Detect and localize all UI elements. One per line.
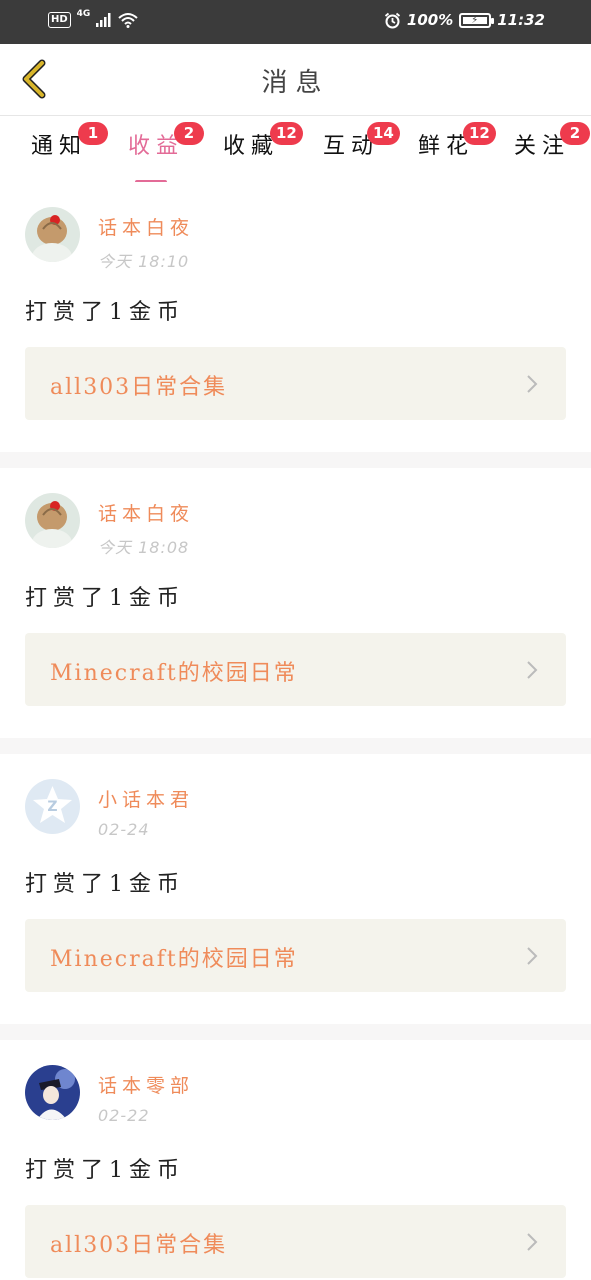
chevron-right-icon — [527, 661, 538, 679]
divider — [0, 1024, 591, 1040]
avatar[interactable]: Z — [25, 779, 80, 834]
avatar[interactable] — [25, 1065, 80, 1120]
work-title: all303日常合集 — [50, 1233, 228, 1258]
status-left: HD 4G — [48, 9, 138, 28]
reward-text: 打赏了1金币 — [25, 872, 185, 897]
list-item: 话本白夜 今天 18:08 打赏了1金币 Minecraft的校园日常 — [0, 468, 591, 738]
tab-notifications[interactable]: 通知 1 — [24, 122, 108, 178]
tab-earnings[interactable]: 收益 2 — [121, 122, 204, 184]
chevron-right-icon — [527, 1233, 538, 1251]
divider — [0, 738, 591, 754]
tab-favorites[interactable]: 收藏 12 — [216, 122, 303, 178]
reward-text: 打赏了1金币 — [25, 300, 185, 325]
page-title: 消息 — [261, 68, 330, 98]
network-type: 4G — [76, 9, 91, 19]
sender-name[interactable]: 小话本君 — [98, 785, 194, 812]
top-bar: 消息 — [0, 44, 591, 116]
work-link[interactable]: Minecraft的校园日常 — [25, 919, 566, 992]
message-time: 今天 18:10 — [98, 252, 190, 271]
battery-percent: 100% — [406, 11, 454, 29]
signal-icon — [96, 13, 111, 27]
unread-badge: 2 — [560, 122, 590, 145]
divider — [0, 452, 591, 468]
message-time: 02-24 — [98, 820, 150, 839]
list-item: 话本零部 02-22 打赏了1金币 all303日常合集 — [0, 1040, 591, 1280]
list-item: Z 小话本君 02-24 打赏了1金币 Minecraft的校园日常 — [0, 754, 591, 1024]
alarm-icon — [384, 12, 400, 28]
work-link[interactable]: all303日常合集 — [25, 1205, 566, 1278]
hd-badge: HD — [48, 12, 71, 28]
status-right: 100% ⚡ 11:32 — [384, 11, 545, 29]
sender-name[interactable]: 话本白夜 — [98, 213, 194, 240]
tab-follows[interactable]: 关注 2 — [507, 122, 590, 178]
list-item: 话本白夜 今天 18:10 打赏了1金币 all303日常合集 — [0, 182, 591, 452]
reward-message-list: 话本白夜 今天 18:10 打赏了1金币 all303日常合集 话本白夜 今天 … — [0, 182, 591, 1280]
work-link[interactable]: all303日常合集 — [25, 347, 566, 420]
avatar[interactable] — [25, 207, 80, 262]
svg-text:Z: Z — [47, 799, 57, 815]
unread-badge: 14 — [367, 122, 400, 145]
status-bar: HD 4G 100% ⚡ 11:32 — [0, 0, 591, 44]
sender-name[interactable]: 话本零部 — [98, 1071, 194, 1098]
reward-text: 打赏了1金币 — [25, 1158, 185, 1183]
message-tabs: 通知 1 收益 2 收藏 12 互动 14 鲜花 12 关注 2 — [0, 116, 591, 184]
chevron-right-icon — [527, 375, 538, 393]
message-time: 今天 18:08 — [98, 538, 190, 557]
chevron-right-icon — [527, 947, 538, 965]
wifi-icon — [118, 13, 138, 28]
unread-badge: 1 — [78, 122, 108, 145]
message-time: 02-22 — [98, 1106, 150, 1125]
tab-interactions[interactable]: 互动 14 — [316, 122, 400, 178]
clock: 11:32 — [497, 11, 545, 29]
reward-text: 打赏了1金币 — [25, 586, 185, 611]
work-link[interactable]: Minecraft的校园日常 — [25, 633, 566, 706]
unread-badge: 12 — [270, 122, 303, 145]
sender-name[interactable]: 话本白夜 — [98, 499, 194, 526]
work-title: Minecraft的校园日常 — [50, 947, 298, 972]
unread-badge: 2 — [174, 122, 204, 145]
tab-flowers[interactable]: 鲜花 12 — [411, 122, 496, 178]
work-title: all303日常合集 — [50, 375, 228, 400]
unread-badge: 12 — [463, 122, 496, 145]
avatar[interactable] — [25, 493, 80, 548]
battery-icon: ⚡ — [459, 12, 495, 28]
work-title: Minecraft的校园日常 — [50, 661, 298, 686]
